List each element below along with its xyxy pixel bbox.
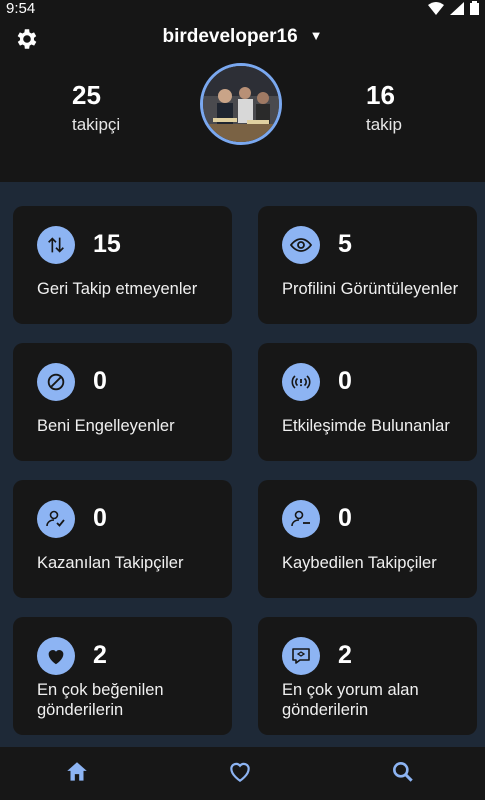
user-remove-icon: [282, 500, 320, 538]
avatar-photo: [203, 66, 279, 142]
eye-icon: [282, 226, 320, 264]
following-label: takip: [366, 115, 402, 134]
card-profile-viewers[interactable]: 5 Profilini Görüntüleyenler: [258, 206, 477, 324]
stats-grid: 15 Geri Takip etmeyenler 5 Profilini Gör…: [0, 182, 485, 747]
nav-search-button[interactable]: [388, 757, 418, 787]
bottom-nav: [0, 747, 485, 800]
profile-header: birdeveloper16 ▼ 25 takipçi 16 takip: [0, 18, 485, 182]
card-most-liked-posts[interactable]: 2 En çok beğenilen gönderilerin: [13, 617, 232, 735]
followers-label: takipçi: [72, 115, 121, 134]
card-count: 2: [93, 641, 107, 669]
card-label: Beni Engelleyenler: [37, 417, 175, 435]
followers-count: 25: [72, 80, 101, 110]
card-label: Kaybedilen Takipçiler: [282, 554, 437, 572]
heart-icon: [37, 637, 75, 675]
card-label: Etkileşimde Bulunanlar: [282, 417, 450, 435]
card-count: 0: [93, 367, 107, 395]
card-label: Profilini Görüntüleyenler: [282, 280, 459, 298]
card-count: 2: [338, 641, 352, 669]
battery-icon: [470, 1, 479, 15]
user-add-icon: [37, 500, 75, 538]
following-count: 16: [366, 80, 395, 110]
card-gained-followers[interactable]: 0 Kazanılan Takipçiler: [13, 480, 232, 598]
comment-icon: [282, 637, 320, 675]
avatar[interactable]: [200, 63, 282, 145]
card-label: En çok yorum alan gönderilerin: [282, 681, 419, 719]
card-most-commented-posts[interactable]: 2 En çok yorum alan gönderilerin: [258, 617, 477, 735]
status-time: 9:54: [6, 0, 36, 17]
heart-outline-icon: [230, 762, 250, 782]
home-icon: [67, 762, 87, 781]
block-icon: [37, 363, 75, 401]
card-label: En çok beğenilen gönderilerin: [37, 681, 164, 719]
card-count: 0: [93, 504, 107, 532]
card-count: 0: [338, 367, 352, 395]
search-icon: [393, 762, 413, 782]
card-interactors[interactable]: 0 Etkileşimde Bulunanlar: [258, 343, 477, 461]
cell-signal-icon: [450, 1, 464, 15]
status-bar: 9:54: [0, 0, 485, 18]
card-lost-followers[interactable]: 0 Kaybedilen Takipçiler: [258, 480, 477, 598]
card-count: 0: [338, 504, 352, 532]
chevron-down-icon: ▼: [309, 28, 323, 43]
username: birdeveloper16: [162, 26, 298, 47]
broadcast-icon: [282, 363, 320, 401]
card-count: 15: [93, 230, 121, 258]
wifi-icon: [428, 1, 444, 15]
following-stat[interactable]: 16 takip: [366, 80, 485, 135]
account-switcher[interactable]: birdeveloper16 ▼: [0, 26, 485, 48]
card-unfollowers[interactable]: 15 Geri Takip etmeyenler: [13, 206, 232, 324]
card-count: 5: [338, 230, 352, 258]
nav-favorites-button[interactable]: [225, 757, 255, 787]
card-label: Geri Takip etmeyenler: [37, 280, 198, 298]
card-blockers[interactable]: 0 Beni Engelleyenler: [13, 343, 232, 461]
followers-stat[interactable]: 25 takipçi: [72, 80, 192, 135]
arrows-up-down-icon: [37, 226, 75, 264]
card-label: Kazanılan Takipçiler: [37, 554, 184, 572]
nav-home-button[interactable]: [62, 757, 92, 787]
status-icons: [428, 1, 479, 15]
